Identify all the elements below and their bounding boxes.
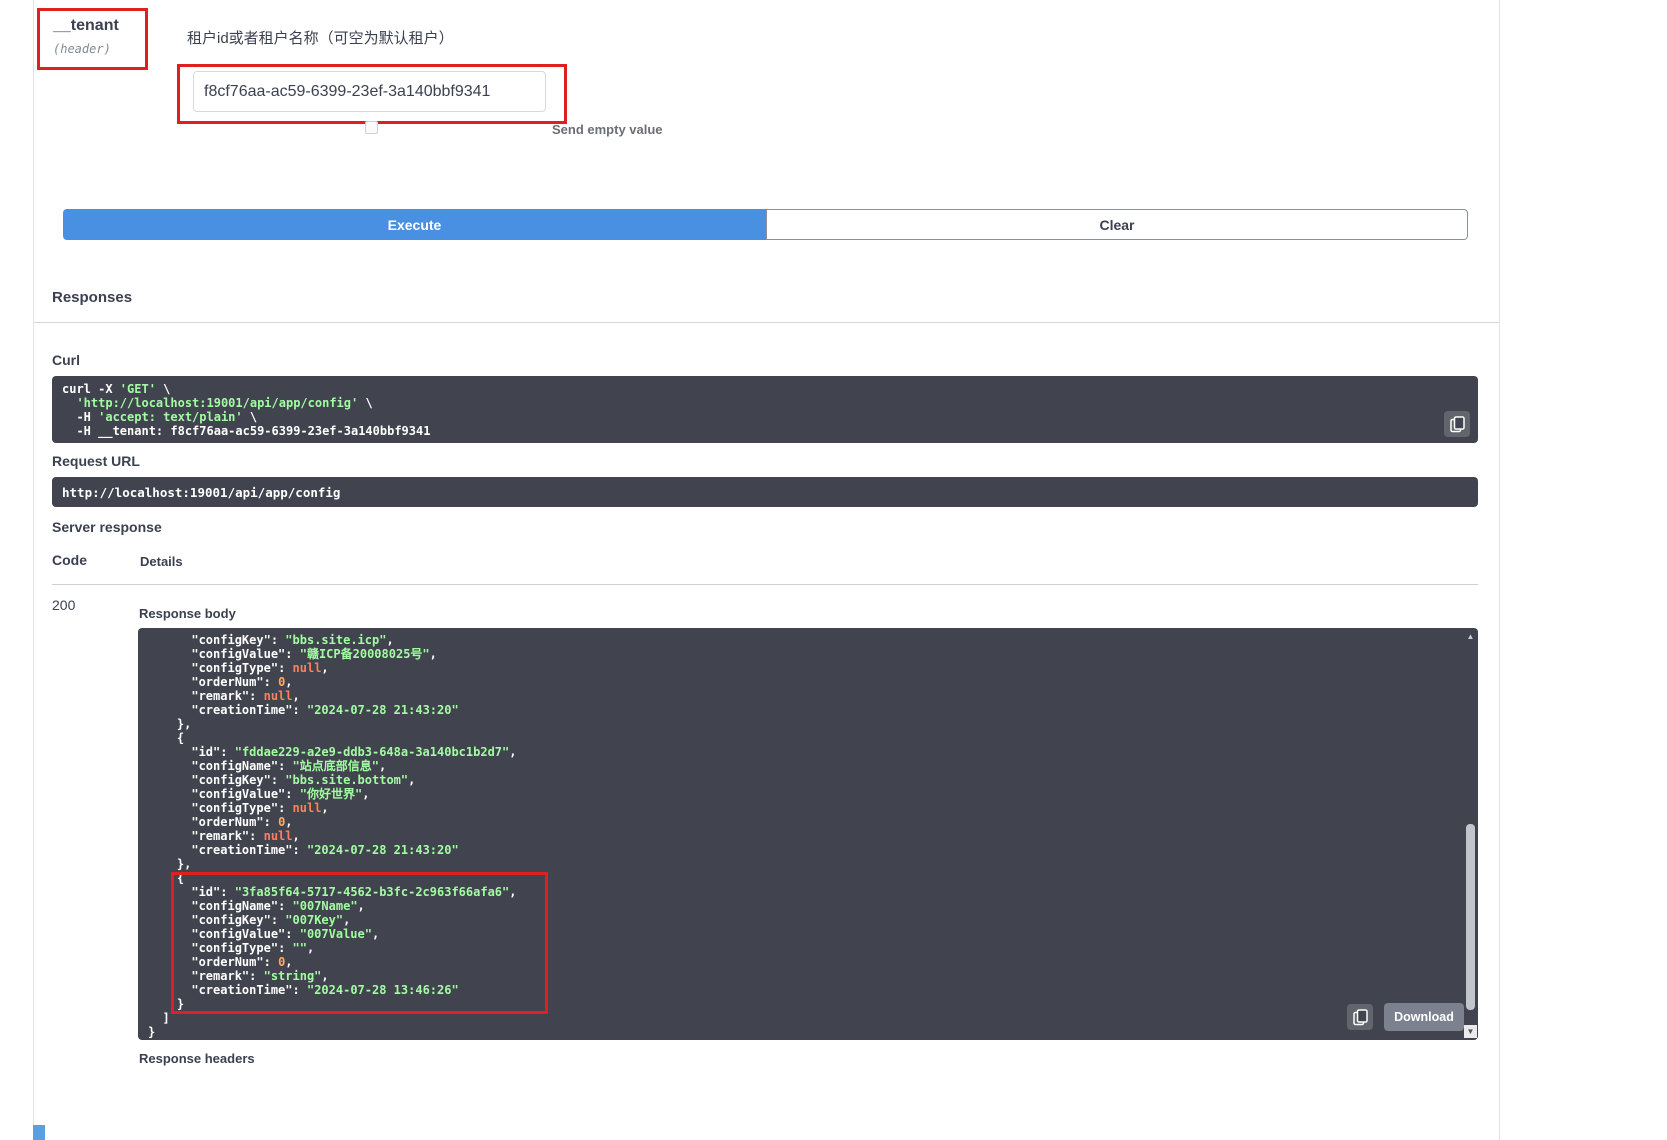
clipboard-icon [1450,416,1465,433]
scrollbar-thumb[interactable] [1466,824,1475,1010]
response-body-block: "configKey": "bbs.site.icp", "configValu… [138,628,1478,1040]
swagger-page: __tenant (header) 租户id或者租户名称（可空为默认租户） Se… [0,0,1667,1140]
curl-command-block: curl -X 'GET' \ 'http://localhost:19001/… [52,376,1478,443]
clear-button[interactable]: Clear [766,209,1468,240]
response-scrollbar[interactable]: ▲ ▼ [1464,630,1477,1038]
download-button[interactable]: Download [1384,1003,1464,1031]
request-url-value: http://localhost:19001/api/app/config [52,477,1478,507]
scroll-up-icon[interactable]: ▲ [1464,630,1477,643]
copy-response-button[interactable] [1347,1004,1373,1030]
code-column-header: Code [52,552,87,568]
status-code: 200 [52,597,75,613]
annotation-box-tenant-param: __tenant (header) [37,8,148,70]
server-response-label: Server response [52,519,162,535]
parameter-location: (header) [53,42,145,56]
execute-button[interactable]: Execute [63,209,766,240]
send-empty-value-checkbox[interactable] [365,121,378,134]
next-opblock-peek [33,1125,45,1140]
parameter-description: 租户id或者租户名称（可空为默认租户） [187,27,454,48]
response-body-label: Response body [139,606,236,621]
response-body-json: "configKey": "bbs.site.icp", "configValu… [148,633,1468,1039]
responses-section-header: Responses [34,272,1499,323]
annotation-box-tenant-input [177,64,567,124]
details-column-header: Details [140,554,183,569]
responses-title: Responses [52,289,132,306]
response-table-divider [52,584,1478,585]
scroll-down-icon[interactable]: ▼ [1464,1025,1477,1038]
curl-label: Curl [52,352,80,368]
send-empty-value-label: Send empty value [552,122,663,137]
curl-command-text: curl -X 'GET' \ 'http://localhost:19001/… [62,382,1468,438]
clipboard-icon [1353,1009,1368,1026]
tenant-value-input[interactable] [193,71,546,112]
request-url-label: Request URL [52,453,140,469]
copy-curl-button[interactable] [1444,411,1470,437]
parameter-name: __tenant [53,17,145,35]
response-headers-label: Response headers [139,1051,255,1066]
opblock-get-config: __tenant (header) 租户id或者租户名称（可空为默认租户） Se… [33,0,1500,1140]
